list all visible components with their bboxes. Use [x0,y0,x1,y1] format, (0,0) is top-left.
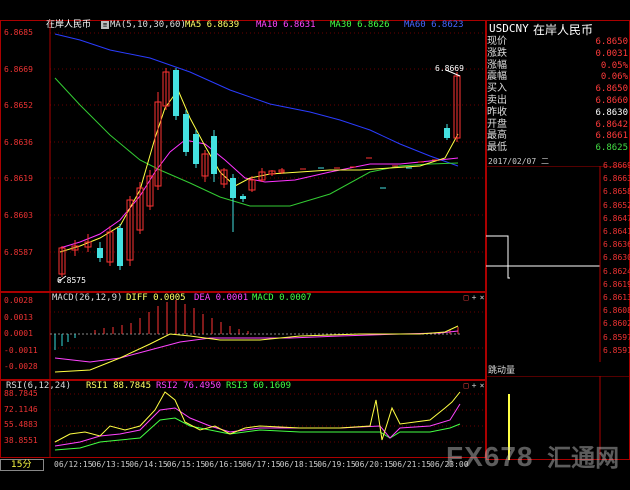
x-tick-label-7: 06/19:15 [317,460,356,469]
ma60-line [54,33,459,167]
quote-row-label: 现价 [487,36,507,47]
tick-y-tick-1: 6.8663 [603,174,630,184]
high-price-annotation: 6.8669 [435,64,464,73]
quote-row: 最低 6.8625 [487,142,630,154]
low-price-annotation: 6.8575 [57,276,86,285]
tick-y-tick-10: 6.8613 [603,293,630,302]
quote-row: 昨收 6.8630 [487,107,630,119]
candles [58,68,461,277]
ma30-line [54,77,459,207]
quote-row-label: 昨收 [487,106,507,118]
quote-row: 现价 6.8650 [487,36,630,48]
tick-y-tick-6: 6.8636 [603,240,630,250]
quote-row-label: 开盘 [487,118,507,130]
quote-row-value: 6.8642 [595,119,628,130]
quote-row-label: 涨幅 [487,59,507,71]
tick-price-line [486,235,510,279]
rsi2-line [54,403,461,447]
quote-row-value: 0.06% [600,72,628,83]
x-tick-label-0: 06/12:15 [54,460,93,469]
quote-row: 涨幅 0.05% [487,60,630,72]
x-tick-label-3: 06/15:15 [166,460,206,469]
tick-y-tick-13: 6.8597 [603,332,630,342]
tick-y-tick-9: 6.8619 [603,279,630,289]
tick-y-tick-11: 6.8608 [603,306,630,316]
quote-row: 开盘 6.8642 [487,119,630,131]
quote-row: 买入 6.8650 [487,83,630,95]
quote-row-label: 卖出 [487,95,507,106]
watermark-logo: FX678 汇通网 [446,438,619,473]
quote-row-value: 6.8660 [595,96,628,106]
tick-y-tick-3: 6.8652 [603,200,630,210]
tick-y-tick-0: 6.8669 [603,161,630,170]
x-tick-label-2: 06/14:15 [129,460,168,469]
quote-row-value: 6.8625 [595,143,628,154]
tick-y-tick-12: 6.8602 [603,319,630,329]
quote-row: 最高 6.8661 [487,130,630,142]
x-tick-label-4: 06/16:15 [204,460,243,469]
rsi-chart [49,380,486,458]
tick-y-tick-4: 6.8647 [603,213,630,223]
quote-row-value: 0.05% [600,60,628,71]
quote-row-value: 0.0031 [595,48,628,59]
watermark-text: FX678 [446,441,534,472]
tick-y-tick-14: 6.8591 [603,345,630,355]
tick-y-tick-2: 6.8658 [603,187,630,197]
x-tick-label-6: 06/18:15 [279,460,319,469]
x-tick-label-1: 06/13:15 [91,460,131,469]
quote-row-value: 6.8650 [595,84,628,95]
period-badge[interactable]: 15分 [0,459,44,471]
quote-row-label: 最低 [487,142,507,154]
quote-row-value: 6.8650 [595,37,628,47]
quote-row-label: 震幅 [487,71,507,83]
quote-row: 震幅 0.06% [487,71,630,83]
tick-y-tick-8: 6.8624 [603,266,630,276]
quote-header: USDCNY 在岸人民币 [487,21,629,37]
candlestick-chart [49,20,486,292]
quote-row-value: 6.8661 [595,131,628,142]
quote-symbol: USDCNY [489,22,529,35]
watermark-subtext: 汇通网 [547,444,620,472]
period-label: 15分 [11,460,32,470]
quote-row-label: 买入 [487,83,507,95]
quote-row-value: 6.8630 [595,107,628,118]
tick-y-tick-7: 6.8630 [603,253,630,263]
quote-row: 涨跌 0.0031 [487,48,630,60]
quote-row: 卖出 6.8660 [487,95,630,107]
x-tick-label-5: 06/17:15 [242,460,281,469]
quote-row-label: 涨跌 [487,47,507,59]
quote-row-label: 最高 [487,130,507,142]
macd-chart [49,292,486,380]
macd-diff-line [54,325,459,373]
tick-y-tick-5: 6.8641 [603,227,630,236]
x-tick-label-9: 06/21:15 [392,460,431,469]
x-tick-label-8: 06/20:15 [354,460,394,469]
macd-dea-line [54,330,459,363]
volume-label: 跳动量 [488,366,516,376]
